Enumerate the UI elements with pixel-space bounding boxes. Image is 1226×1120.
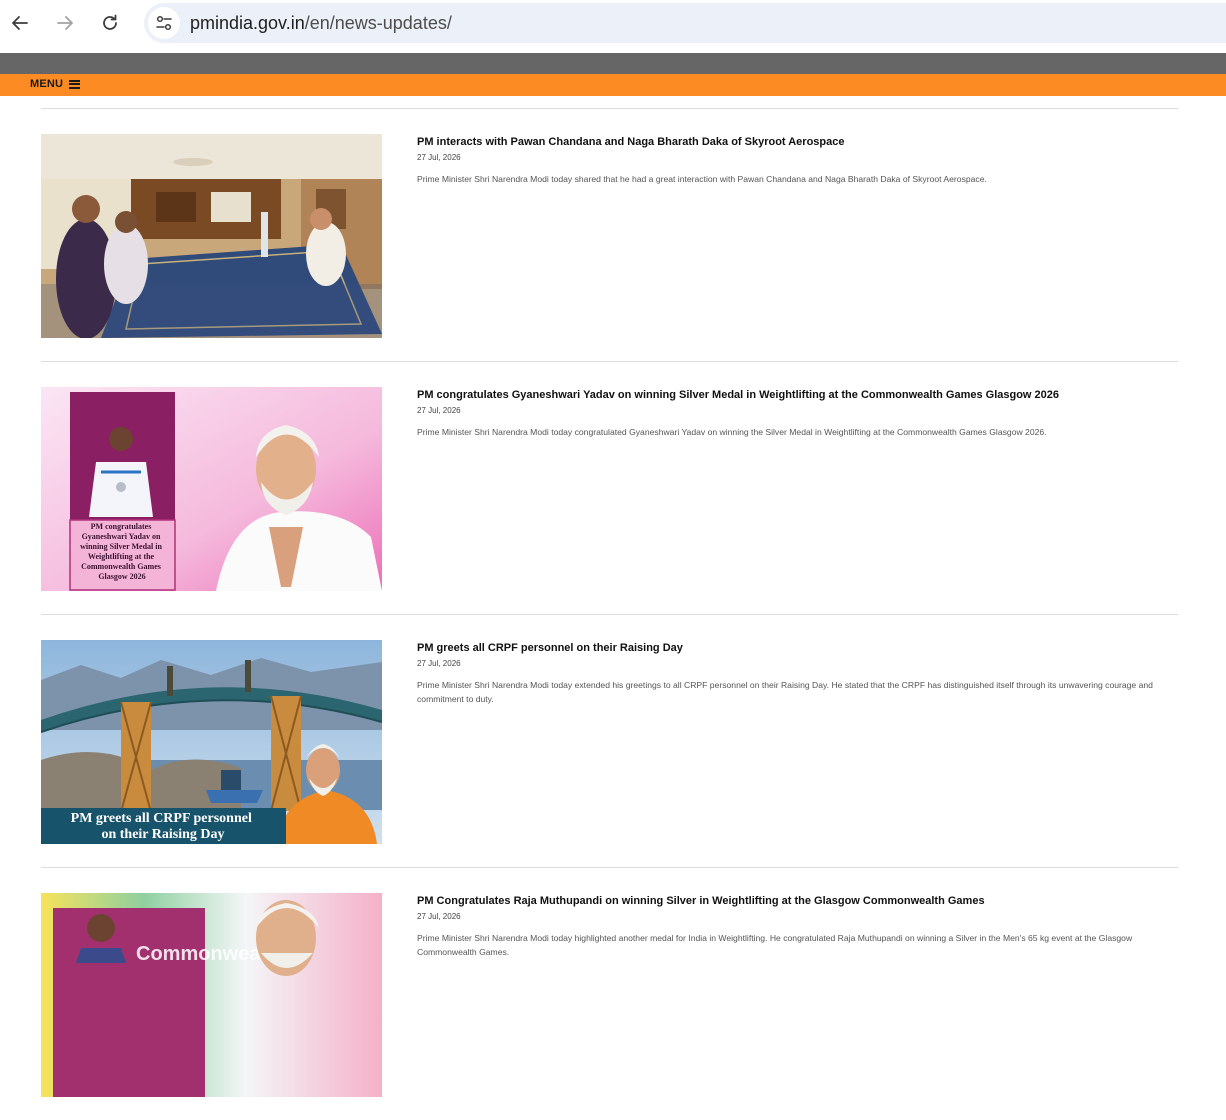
news-title-link[interactable]: PM Congratulates Raja Muthupandi on winn… xyxy=(417,894,1177,908)
congratulations-graphic: PM congratulates Gyaneshwari Yadav on wi… xyxy=(41,387,382,591)
meeting-photo xyxy=(41,134,382,338)
url-path: /en/news-updates/ xyxy=(304,12,452,33)
news-description: Prime Minister Shri Narendra Modi today … xyxy=(417,174,987,184)
news-title-link[interactable]: PM congratulates Gyaneshwari Yadav on wi… xyxy=(417,388,1177,402)
news-item: PM congratulates Gyaneshwari Yadav on wi… xyxy=(41,361,1178,614)
arrow-left-icon xyxy=(12,16,28,30)
news-title-link[interactable]: PM greets all CRPF personnel on their Ra… xyxy=(417,641,1177,655)
news-thumbnail[interactable]: PM congratulates Gyaneshwari Yadav on wi… xyxy=(41,387,382,591)
news-date: 27 Jul, 2026 xyxy=(417,659,461,668)
news-thumbnail[interactable] xyxy=(41,134,382,338)
news-description: Prime Minister Shri Narendra Modi today … xyxy=(417,427,1047,437)
news-description: Prime Minister Shri Narendra Modi today … xyxy=(417,680,1153,704)
tune-icon xyxy=(156,15,172,31)
news-description: Prime Minister Shri Narendra Modi today … xyxy=(417,933,1133,957)
site-info-button[interactable] xyxy=(148,7,180,39)
news-item: Commonwealth PM Congratulates Raja Muthu… xyxy=(41,867,1178,1120)
news-thumbnail[interactable]: PM greets all CRPF personnel on their Ra… xyxy=(41,640,382,844)
top-strip xyxy=(0,53,1226,74)
browser-toolbar: pmindia.gov.in/en/news-updates/ xyxy=(0,0,1226,53)
news-date: 27 Jul, 2026 xyxy=(417,406,461,415)
back-button[interactable] xyxy=(5,8,35,38)
url-domain: pmindia.gov.in xyxy=(190,12,305,33)
menu-bar: MENU xyxy=(0,74,1226,96)
news-item: PM interacts with Pawan Chandana and Nag… xyxy=(41,108,1178,361)
forward-button[interactable] xyxy=(50,8,80,38)
url-text[interactable]: pmindia.gov.in/en/news-updates/ xyxy=(190,13,452,34)
news-date: 27 Jul, 2026 xyxy=(417,912,461,921)
arrow-right-icon xyxy=(57,16,73,30)
address-bar[interactable]: pmindia.gov.in/en/news-updates/ xyxy=(144,3,1226,43)
crpf-bridge-graphic: PM greets all CRPF personnel on their Ra… xyxy=(41,640,382,844)
news-date: 27 Jul, 2026 xyxy=(417,153,461,162)
weightlifting-graphic: Commonwealth xyxy=(41,893,382,1097)
menu-label: MENU xyxy=(30,78,64,90)
news-thumbnail[interactable]: Commonwealth xyxy=(41,893,382,1097)
news-title-link[interactable]: PM interacts with Pawan Chandana and Nag… xyxy=(417,135,1177,149)
reload-button[interactable] xyxy=(95,8,125,38)
menu-button[interactable]: MENU xyxy=(30,78,81,90)
news-list: PM interacts with Pawan Chandana and Nag… xyxy=(41,108,1178,1120)
news-item: PM greets all CRPF personnel on their Ra… xyxy=(41,614,1178,867)
reload-icon xyxy=(103,14,117,30)
hamburger-icon xyxy=(69,79,81,89)
